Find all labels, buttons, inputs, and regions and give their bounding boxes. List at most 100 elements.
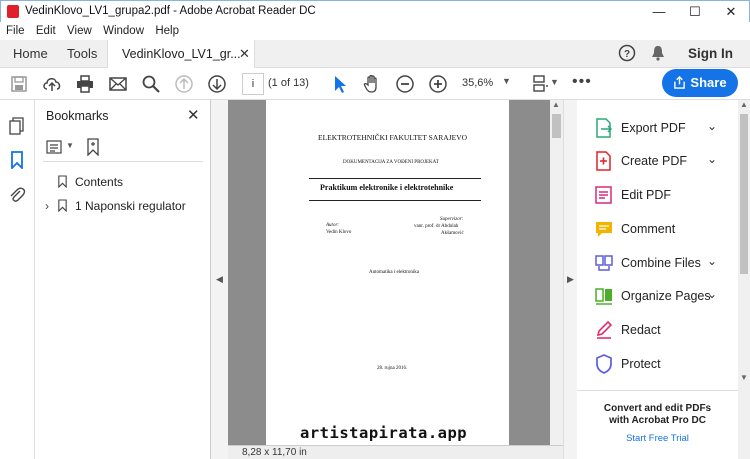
document-date: 28. rujna 2016.: [377, 366, 408, 371]
scroll-down-icon[interactable]: ▼: [740, 373, 748, 382]
supervisor-surname: Akšamović: [441, 231, 464, 236]
collapse-right-icon[interactable]: ▶: [567, 274, 574, 285]
combine-files-icon: [595, 253, 613, 273]
page-number-input[interactable]: i: [242, 73, 264, 95]
tool-comment[interactable]: Comment: [577, 214, 738, 244]
tool-label: Comment: [621, 222, 676, 236]
email-icon[interactable]: [108, 74, 128, 94]
right-panel-splitter[interactable]: ▶: [563, 100, 577, 459]
share-button[interactable]: Share: [662, 69, 738, 97]
organize-pages-icon: [595, 286, 613, 306]
tab-tools[interactable]: Tools: [67, 40, 97, 67]
create-pdf-icon: [595, 151, 613, 171]
menu-file[interactable]: File: [6, 22, 25, 40]
bookmark-item[interactable]: › 1 Naponski regulator: [45, 199, 186, 213]
more-tools-icon[interactable]: •••: [572, 73, 592, 91]
menu-view[interactable]: View: [67, 22, 92, 40]
tool-redact[interactable]: Redact: [577, 315, 738, 345]
menu-window[interactable]: Window: [103, 22, 144, 40]
page-display-dropdown-icon[interactable]: ▼: [550, 77, 559, 87]
bookmark-icon: [58, 199, 67, 213]
share-label: Share: [690, 75, 727, 90]
chevron-down-icon[interactable]: ⌄: [707, 287, 717, 301]
next-page-icon[interactable]: [207, 74, 227, 94]
tool-organize-pages[interactable]: Organize Pages ⌄: [577, 281, 738, 311]
scrollbar-thumb[interactable]: [552, 114, 561, 138]
watermark-text: artistapirata.app: [300, 424, 468, 442]
author-name: Vedin Klovo: [326, 230, 352, 235]
left-panel-splitter[interactable]: ◀: [211, 100, 228, 459]
save-icon[interactable]: [9, 74, 29, 94]
add-bookmark-icon[interactable]: [85, 138, 101, 157]
tab-home[interactable]: Home: [13, 40, 48, 67]
bookmark-options-icon[interactable]: [46, 139, 64, 155]
search-icon[interactable]: [141, 74, 161, 94]
page-thumbnails-icon[interactable]: [8, 117, 26, 135]
expand-chevron-icon[interactable]: ›: [45, 199, 57, 213]
svg-text:?: ?: [624, 49, 630, 60]
export-pdf-icon: [595, 118, 613, 138]
zoom-level-select[interactable]: 35,6%: [462, 77, 493, 89]
chevron-down-icon[interactable]: ⌄: [707, 254, 717, 268]
tool-label: Organize Pages: [621, 289, 711, 303]
zoom-out-icon[interactable]: [395, 74, 415, 94]
document-title: Praktikum elektronike i elektrotehnike: [320, 183, 454, 192]
tool-protect[interactable]: Protect: [577, 349, 738, 379]
tool-export-pdf[interactable]: Export PDF ⌄: [577, 113, 738, 143]
bookmark-icon: [58, 175, 67, 189]
chevron-down-icon[interactable]: ⌄: [707, 152, 717, 166]
tool-combine-files[interactable]: Combine Files ⌄: [577, 248, 738, 278]
bookmark-label: Contents: [75, 175, 124, 189]
zoom-dropdown-icon[interactable]: ▼: [502, 76, 511, 86]
close-tab-icon[interactable]: ✕: [239, 46, 250, 62]
menu-bar: File Edit View Window Help: [0, 22, 750, 40]
comment-icon: [595, 219, 613, 239]
bookmarks-title: Bookmarks: [46, 109, 109, 123]
scrollbar-thumb[interactable]: [740, 114, 748, 274]
share-icon: [674, 75, 686, 89]
department: Automatika i elektronika: [369, 270, 419, 275]
select-cursor-icon[interactable]: [330, 74, 350, 94]
print-icon[interactable]: [75, 74, 95, 94]
title-rule-bottom: [309, 200, 481, 201]
chevron-down-icon[interactable]: ⌄: [707, 119, 717, 133]
bookmark-item[interactable]: Contents: [45, 175, 123, 189]
notifications-bell-icon[interactable]: [650, 44, 666, 62]
minimize-button[interactable]: —: [641, 3, 677, 21]
upload-cloud-icon[interactable]: [42, 74, 62, 94]
attachments-paperclip-icon[interactable]: [8, 186, 26, 204]
left-rail: [0, 100, 35, 459]
redact-icon: [595, 320, 613, 340]
scroll-up-icon[interactable]: ▲: [740, 100, 748, 109]
menu-edit[interactable]: Edit: [36, 22, 56, 40]
close-panel-icon[interactable]: ✕: [187, 106, 200, 124]
bookmark-options-dropdown-icon[interactable]: ▼: [66, 141, 74, 150]
scroll-up-icon[interactable]: ▲: [552, 100, 560, 109]
tools-pane-scrollbar[interactable]: ▲ ▼: [738, 100, 750, 459]
tab-document[interactable]: VedinKlovo_LV1_gr... ✕: [107, 40, 255, 68]
title-bar: VedinKlovo_LV1_grupa2.pdf - Adobe Acroba…: [0, 0, 750, 22]
maximize-button[interactable]: ☐: [677, 3, 713, 21]
start-free-trial-link[interactable]: Start Free Trial: [577, 433, 738, 444]
close-window-button[interactable]: ✕: [713, 3, 749, 21]
page-display-icon[interactable]: [530, 74, 550, 94]
tool-create-pdf[interactable]: Create PDF ⌄: [577, 146, 738, 176]
menu-help[interactable]: Help: [155, 22, 179, 40]
zoom-in-icon[interactable]: [428, 74, 448, 94]
bookmarks-toolbar: ▼: [43, 136, 203, 162]
hand-tool-icon[interactable]: [362, 74, 382, 94]
title-rule-top: [309, 178, 481, 179]
collapse-left-icon[interactable]: ◀: [216, 274, 223, 285]
bookmarks-panel-icon[interactable]: [8, 151, 26, 171]
document-view[interactable]: ELEKTROTEHNIČKI FAKULTET SARAJEVO DOKUME…: [228, 100, 550, 445]
tool-label: Edit PDF: [621, 188, 672, 202]
tool-label: Create PDF: [621, 154, 687, 168]
previous-page-icon[interactable]: [174, 74, 194, 94]
sign-in-link[interactable]: Sign In: [688, 40, 733, 67]
tool-edit-pdf[interactable]: Edit PDF: [577, 180, 738, 210]
promo-line-2: with Acrobat Pro DC: [609, 415, 706, 426]
bookmarks-panel: Bookmarks ✕ ▼ Contents › 1 Naponski regul…: [35, 100, 211, 459]
help-icon[interactable]: ?: [618, 44, 636, 62]
document-scrollbar[interactable]: ▲: [550, 100, 563, 445]
tool-label: Protect: [621, 357, 661, 371]
